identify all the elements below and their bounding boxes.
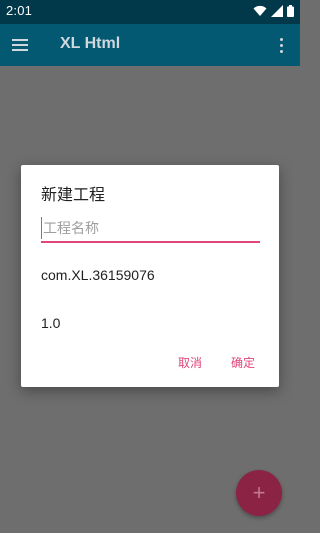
dialog-title: 新建工程 [41, 187, 106, 204]
package-name-text[interactable]: com.XL.36159076 [41, 267, 155, 283]
hamburger-menu-icon[interactable] [12, 34, 34, 56]
new-project-dialog: 新建工程 com.XL.36159076 1.0 取消 确定 [21, 165, 279, 387]
wifi-icon [253, 5, 267, 16]
signal-icon [271, 5, 283, 17]
ok-button[interactable]: 确定 [231, 354, 255, 371]
project-name-input[interactable] [41, 217, 260, 239]
app-bar: XL Html [0, 24, 300, 66]
more-vert-icon[interactable] [272, 35, 290, 55]
add-fab-button[interactable]: + [236, 470, 282, 516]
add-icon: + [252, 480, 266, 505]
status-bar: 2:01 [0, 0, 300, 24]
status-time: 2:01 [6, 3, 33, 18]
status-icons [253, 5, 294, 17]
app-title: XL Html [60, 35, 121, 52]
battery-icon [287, 5, 294, 17]
version-text[interactable]: 1.0 [41, 315, 60, 331]
cancel-button[interactable]: 取消 [178, 354, 202, 371]
project-name-field [41, 217, 260, 243]
